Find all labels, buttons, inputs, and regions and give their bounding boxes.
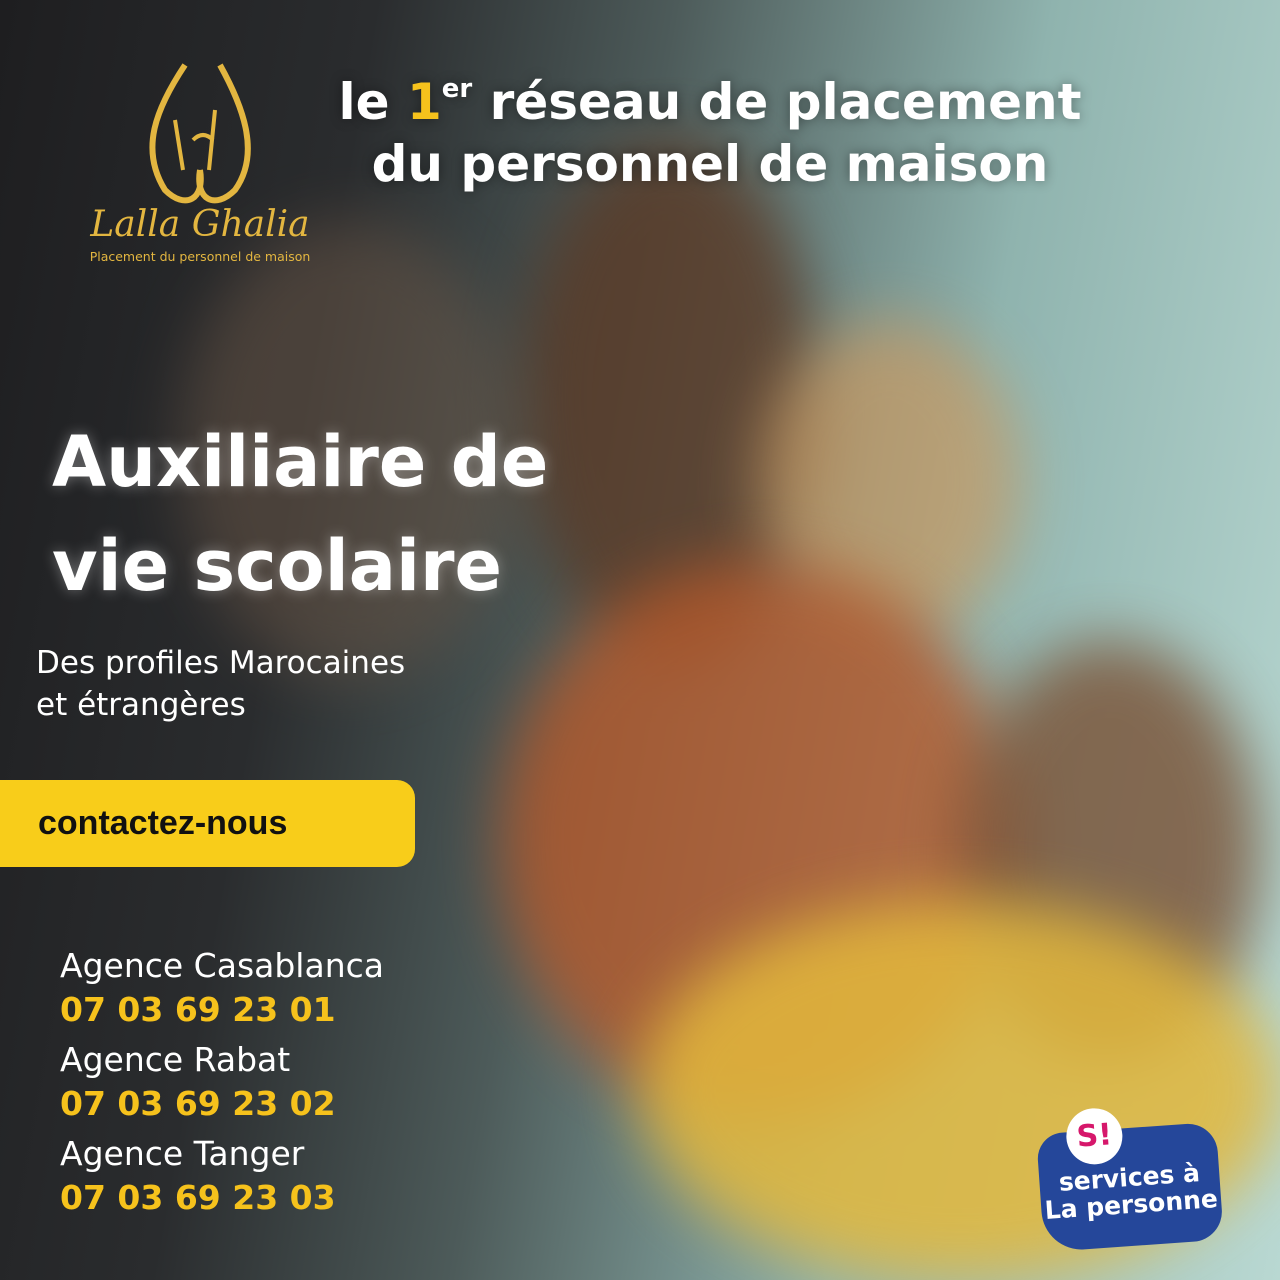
headline-text: le — [338, 73, 407, 131]
contact-button[interactable]: contactez-nous — [0, 780, 415, 867]
agency-rabat: Agence Rabat 07 03 69 23 02 — [60, 1038, 384, 1126]
headline-line2: du personnel de maison — [371, 135, 1049, 193]
calligraphy-logo-icon — [149, 63, 251, 204]
title-line1: Auxiliaire de — [52, 421, 549, 503]
agency-tanger: Agence Tanger 07 03 69 23 03 — [60, 1132, 384, 1220]
headline-rank-suffix: er — [441, 74, 473, 104]
agency-name: Agence Tanger — [60, 1134, 305, 1173]
title-line2: vie scolaire — [52, 525, 502, 607]
agency-phone[interactable]: 07 03 69 23 03 — [60, 1176, 384, 1220]
advertisement: Lalla Ghalia Placement du personnel de m… — [0, 0, 1280, 1280]
agency-list: Agence Casablanca 07 03 69 23 01 Agence … — [60, 944, 384, 1226]
headline: le 1er réseau de placement du personnel … — [330, 58, 1090, 195]
headline-text: réseau de placement — [472, 73, 1082, 131]
logo: Lalla Ghalia Placement du personnel de m… — [70, 60, 330, 290]
agency-phone[interactable]: 07 03 69 23 02 — [60, 1082, 384, 1126]
agency-casablanca: Agence Casablanca 07 03 69 23 01 — [60, 944, 384, 1032]
subtitle-line1: Des profiles Marocaines — [36, 645, 406, 681]
page-title: Auxiliaire de vie scolaire — [52, 410, 548, 618]
subtitle-line2: et étrangères — [36, 687, 246, 723]
agency-phone[interactable]: 07 03 69 23 01 — [60, 988, 384, 1032]
subtitle: Des profiles Marocaines et étrangères — [36, 642, 405, 726]
headline-rank: 1 — [406, 73, 442, 131]
services-a-la-personne-badge: S! services à La personne — [1036, 1106, 1224, 1253]
logo-brand: Lalla Ghalia — [90, 204, 310, 245]
agency-name: Agence Rabat — [60, 1040, 291, 1079]
agency-name: Agence Casablanca — [60, 946, 384, 985]
logo-tagline: Placement du personnel de maison — [89, 249, 311, 264]
